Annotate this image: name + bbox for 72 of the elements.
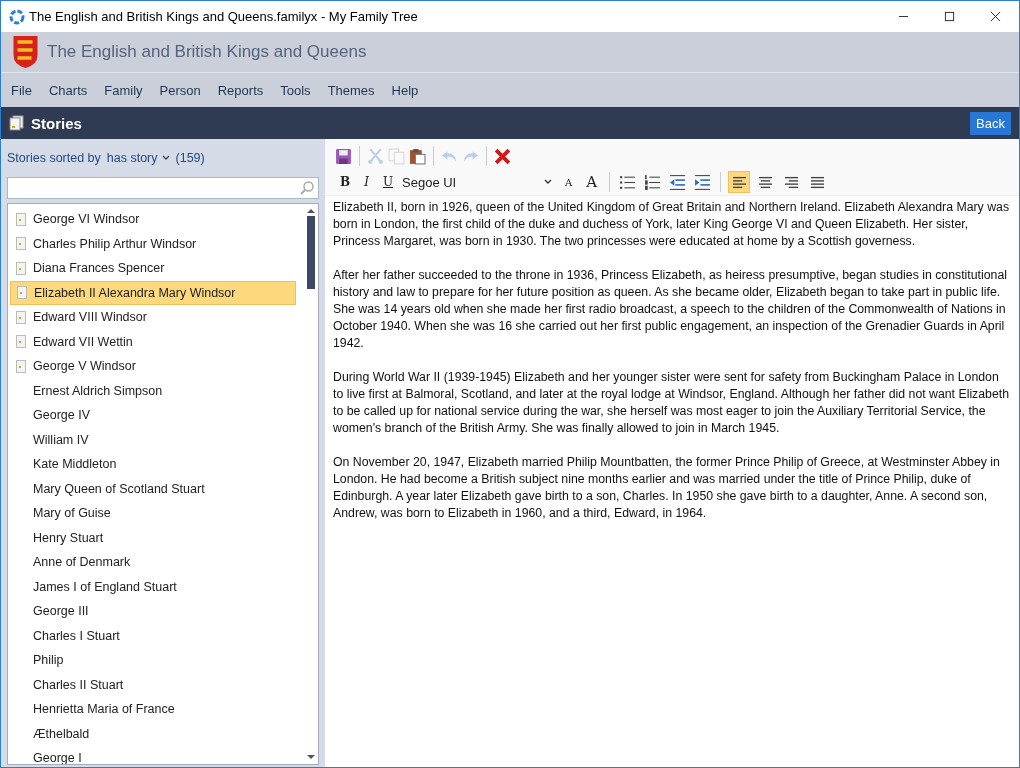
shield-icon <box>12 35 39 69</box>
list-item[interactable]: Mary Queen of Scotland Stuart <box>10 476 296 501</box>
menu-item[interactable]: Family <box>104 82 150 98</box>
app-logo-icon <box>9 8 25 25</box>
list-item[interactable]: Charles I Stuart <box>10 623 296 648</box>
story-paragraph: Elizabeth II, born in 1926, queen of the United Kingdom of Great Britain and Northern Ireland. Elizabeth Alexandra Mary was born in London, the first child of the duke and duchess of York, later King George VI and Queen Elizabeth. Her sister, Princess Margaret, was born in 1930. The two princesses were educated at home by a Scottish governess. <box>333 199 1011 250</box>
bold-button[interactable]: B <box>335 175 356 189</box>
maximize-icon[interactable] <box>944 11 955 22</box>
delete-icon[interactable] <box>494 147 511 165</box>
page-title: Stories <box>31 114 82 132</box>
align-justify-icon <box>809 175 825 189</box>
grow-font-button[interactable]: A <box>581 173 603 191</box>
list-item[interactable]: Elizabeth II Alexandra Mary Windsor <box>10 280 296 305</box>
chevron-down-icon <box>161 155 170 161</box>
story-paragraph: During World War II (1939-1945) Elizabeth and her younger sister were sent for safety from Buckingham Palace in London to live first at Balmoral, Scotland, and later at the royal lodge at Windsor, England. Although her father did not want Elizabeth to be called up for national service during the war, she herself was most eager to join the Auxiliary Territorial Service, the women's branch of the British Army. She was finally allowed to join in March 1945. <box>333 369 1011 437</box>
underline-button[interactable]: U <box>377 175 399 189</box>
numbered-list-icon[interactable] <box>644 173 662 191</box>
menu-item[interactable]: Themes <box>327 82 382 98</box>
sort-label: Stories sorted by <box>7 151 101 165</box>
list-item[interactable]: George III <box>10 599 296 624</box>
chevron-down-icon <box>544 179 553 185</box>
list-item[interactable]: James I of England Stuart <box>10 574 296 599</box>
story-count: (159) <box>175 151 205 165</box>
menu-item[interactable]: Person <box>159 82 208 98</box>
align-center-icon <box>757 175 773 189</box>
menu-item[interactable]: Tools <box>280 82 318 98</box>
list-item[interactable]: Charles Philip Arthur Windsor <box>10 231 296 256</box>
align-right-icon <box>783 175 799 189</box>
clipboard-icon[interactable] <box>409 147 426 165</box>
stories-icon <box>9 115 25 131</box>
list-item[interactable]: Ernest Aldrich Simpson <box>10 378 296 403</box>
list-item[interactable]: Diana Frances Spencer <box>10 256 296 281</box>
list-item[interactable]: George I <box>10 746 296 764</box>
list-item[interactable]: William IV <box>10 427 296 452</box>
font-dropdown[interactable]: Segoe UI <box>402 174 557 190</box>
shrink-font-button[interactable]: A <box>560 176 578 188</box>
align-left-button[interactable] <box>728 171 751 193</box>
sort-dropdown[interactable]: has story <box>106 151 170 165</box>
list-item[interactable]: George V Windsor <box>10 354 296 379</box>
list-item[interactable]: Edward VIII Windsor <box>10 305 296 330</box>
search-icon <box>299 180 315 196</box>
list-item[interactable]: Kate Middleton <box>10 452 296 477</box>
search-field[interactable] <box>7 177 319 199</box>
scroll-thumb[interactable] <box>307 216 315 289</box>
menu-item[interactable]: Charts <box>48 82 95 98</box>
menu-item[interactable]: Help <box>391 82 426 98</box>
menu-item[interactable]: Reports <box>217 82 271 98</box>
bullet-list-icon[interactable] <box>619 173 637 191</box>
menu-item[interactable]: File <box>11 82 39 98</box>
outdent-icon[interactable] <box>669 173 687 191</box>
italic-button[interactable]: I <box>359 175 374 189</box>
scroll-down-icon[interactable] <box>307 755 315 760</box>
list-item[interactable]: Anne of Denmark <box>10 550 296 575</box>
list-item[interactable]: George IV <box>10 403 296 428</box>
list-item[interactable]: Henrietta Maria of France <box>10 697 296 722</box>
scroll-up-icon[interactable] <box>307 208 315 213</box>
close-icon[interactable] <box>990 11 1001 22</box>
save-icon[interactable] <box>335 147 352 165</box>
story-paragraph: After her father succeeded to the throne in 1936, Princess Elizabeth, as heiress presumptive, began studies in constitutional history and law to prepare for her future position as queen. As she became older, Elizabeth began to take part in public life. She was 14 years old when she made her first radio broadcast, a speech to the children of the Commonwealth of Nations in October 1940. When she was 16 she carried out her first public engagement, an inspection of the Grenadier Guards in April 1942. <box>333 267 1008 352</box>
header-title: The English and British Kings and Queens <box>47 42 367 62</box>
list-item[interactable]: Æthelbald <box>10 721 296 746</box>
list-item[interactable]: Philip <box>10 648 296 673</box>
window-title: The English and British Kings and Queens.familyx - My Family Tree <box>29 9 418 24</box>
story-paragraph: On November 20, 1947, Elizabeth married Philip Mountbatten, the former Prince Philip of Greece, at Westminster Abbey in London. He had become a British subject nine months earlier and was married under the title of Prince Philip, duke of Edinburgh. A year later Elizabeth gave birth to a son, Charles. In 1950 she gave birth to a daughter, Anne. A second son, Andrew, was born to Elizabeth in 1960, and a third, Edward, in 1964. <box>333 454 1001 522</box>
list-item[interactable]: George VI Windsor <box>10 207 296 232</box>
list-item[interactable]: Henry Stuart <box>10 525 296 550</box>
back-button[interactable]: Back <box>970 111 1011 135</box>
list-item[interactable]: Charles II Stuart <box>10 672 296 697</box>
align-left-icon <box>731 175 747 189</box>
list-item[interactable]: Edward VII Wettin <box>10 329 296 354</box>
indent-icon[interactable] <box>694 173 712 191</box>
list-item[interactable]: Mary of Guise <box>10 501 296 526</box>
